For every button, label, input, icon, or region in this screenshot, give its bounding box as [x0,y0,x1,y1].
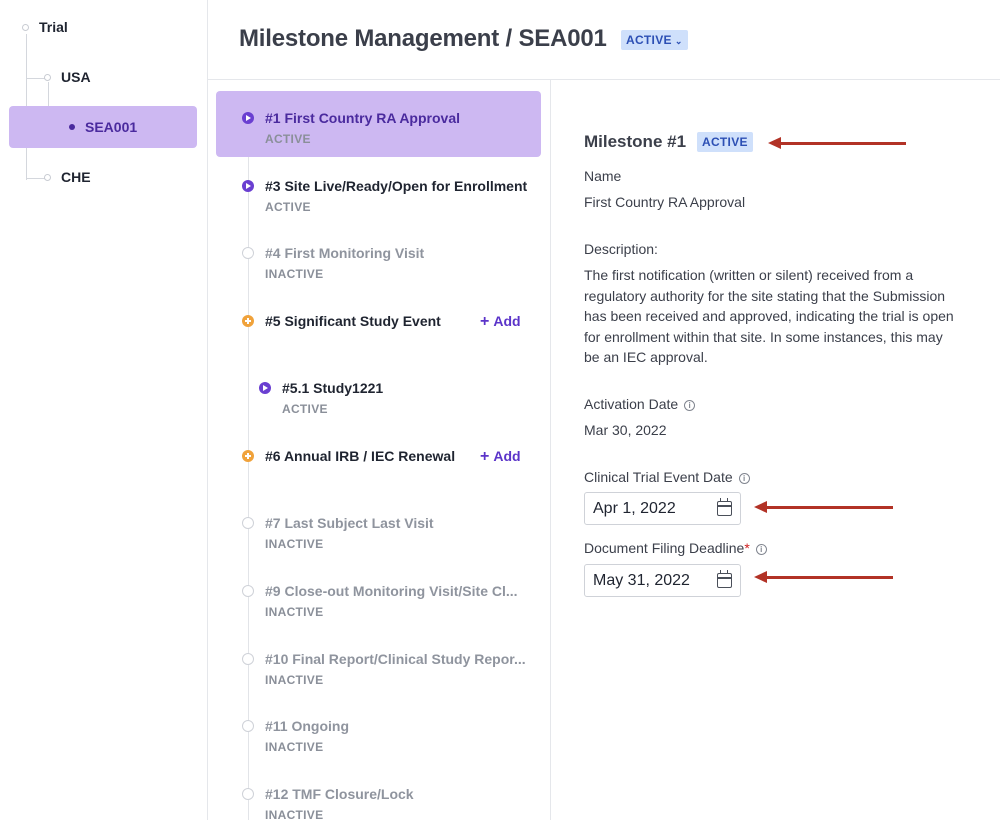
description-label: Description: [584,241,658,257]
milestone-item-5-1[interactable]: #5.1 Study1221 ACTIVE [208,380,551,440]
event-date-label: Clinical Trial Event Date i [584,469,750,485]
milestone-item-12[interactable]: #12 TMF Closure/Lock INACTIVE [208,786,551,820]
milestone-item-5[interactable]: #5 Significant Study Event + Add [208,313,551,373]
event-date-value: Apr 1, 2022 [593,500,676,517]
tree-node-dot [22,24,29,31]
annotation-arrow-icon [768,137,906,149]
milestone-item-3[interactable]: #3 Site Live/Ready/Open for Enrollment A… [208,178,551,238]
milestone-status: INACTIVE [265,605,324,619]
activation-date-label-text: Activation Date [584,396,679,412]
deadline-label-text: Document Filing Deadline [584,540,745,556]
milestone-status: ACTIVE [265,132,311,146]
chevron-down-icon: ⌄ [674,36,683,46]
selected-dot-icon [69,124,75,130]
tree-node-label: SEA001 [85,119,138,135]
milestone-status: INACTIVE [265,673,324,687]
inactive-circle-icon [242,788,254,800]
milestone-item-11[interactable]: #11 Ongoing INACTIVE [208,718,551,778]
milestone-title: #12 TMF Closure/Lock [265,786,414,802]
milestone-item-6[interactable]: #6 Annual IRB / IEC Renewal + Add [208,448,551,508]
play-icon [242,180,254,192]
add-sub-milestone-button[interactable]: + Add [480,313,521,331]
milestone-title: #5 Significant Study Event [265,313,441,329]
milestone-item-9[interactable]: #9 Close-out Monitoring Visit/Site Cl...… [208,583,551,643]
event-date-input[interactable]: Apr 1, 2022 [584,492,741,525]
tree-node-trial[interactable]: Trial [39,19,68,35]
milestone-list: #1 First Country RA Approval ACTIVE #3 S… [208,80,551,820]
tree-node-dot [44,174,51,181]
milestone-status: INACTIVE [265,537,324,551]
milestone-title: #1 First Country RA Approval [265,110,460,126]
milestone-status: ACTIVE [282,402,328,416]
deadline-label: Document Filing Deadline* i [584,540,767,556]
add-label: Add [493,448,521,464]
milestone-item-7[interactable]: #7 Last Subject Last Visit INACTIVE [208,515,551,575]
milestone-title: #4 First Monitoring Visit [265,245,425,261]
milestone-status-badge: ACTIVE [697,132,753,152]
description-value: The first notification (written or silen… [584,267,954,365]
event-date-label-text: Clinical Trial Event Date [584,469,733,485]
milestone-status: INACTIVE [265,808,324,820]
plus-circle-icon [242,315,254,327]
annotation-arrow-icon [754,501,893,513]
inactive-circle-icon [242,247,254,259]
milestone-title: #5.1 Study1221 [282,380,384,396]
milestone-title: #6 Annual IRB / IEC Renewal [265,448,456,464]
info-icon[interactable]: i [755,544,767,555]
plus-icon: + [480,448,490,465]
tree-node-usa[interactable]: USA [61,69,91,85]
inactive-circle-icon [242,720,254,732]
tree-node-dot [44,74,51,81]
deadline-date-input[interactable]: May 31, 2022 [584,564,741,597]
tree-connector [26,178,46,179]
milestone-item-4[interactable]: #4 First Monitoring Visit INACTIVE [208,245,551,305]
inactive-circle-icon [242,585,254,597]
milestone-status: INACTIVE [265,740,324,754]
tree-connector [26,78,46,79]
calendar-icon[interactable] [717,570,732,588]
info-icon[interactable]: i [684,400,696,411]
milestone-title: #11 Ongoing [265,718,350,734]
tree-node-sea001[interactable]: SEA001 [9,106,197,148]
milestone-title: #9 Close-out Monitoring Visit/Site Cl... [265,583,518,599]
add-label: Add [493,313,521,329]
status-dropdown[interactable]: ACTIVE ⌄ [621,30,688,50]
inactive-circle-icon [242,517,254,529]
milestone-heading: Milestone #1 [584,132,687,151]
play-icon [259,382,271,394]
milestone-status: INACTIVE [265,267,324,281]
activation-date-label: Activation Date i [584,396,696,412]
name-value: First Country RA Approval [584,194,746,210]
milestone-title: #3 Site Live/Ready/Open for Enrollment [265,178,528,194]
status-label: ACTIVE [626,33,672,47]
activation-date-value: Mar 30, 2022 [584,422,667,438]
tree-node-che[interactable]: CHE [61,169,91,185]
info-icon[interactable]: i [738,473,750,484]
milestone-detail-panel: Milestone #1 ACTIVE Name First Country R… [551,80,1000,820]
page-header: Milestone Management / SEA001 ACTIVE ⌄ [208,0,1000,80]
page-title: Milestone Management / SEA001 [239,25,607,52]
plus-icon: + [480,313,490,330]
milestone-title: #7 Last Subject Last Visit [265,515,434,531]
site-tree: Trial USA SEA001 CHE [0,0,208,820]
milestone-item-1[interactable]: #1 First Country RA Approval ACTIVE [208,110,551,170]
inactive-circle-icon [242,653,254,665]
play-icon [242,112,254,124]
milestone-item-10[interactable]: #10 Final Report/Clinical Study Repor...… [208,651,551,711]
milestone-status: ACTIVE [265,200,311,214]
add-sub-milestone-button[interactable]: + Add [480,448,521,466]
calendar-icon[interactable] [717,498,732,516]
required-mark: * [744,540,750,556]
name-label: Name [584,168,622,184]
deadline-date-value: May 31, 2022 [593,572,690,589]
milestone-title: #10 Final Report/Clinical Study Repor... [265,651,526,667]
annotation-arrow-icon [754,571,893,583]
plus-circle-icon [242,450,254,462]
